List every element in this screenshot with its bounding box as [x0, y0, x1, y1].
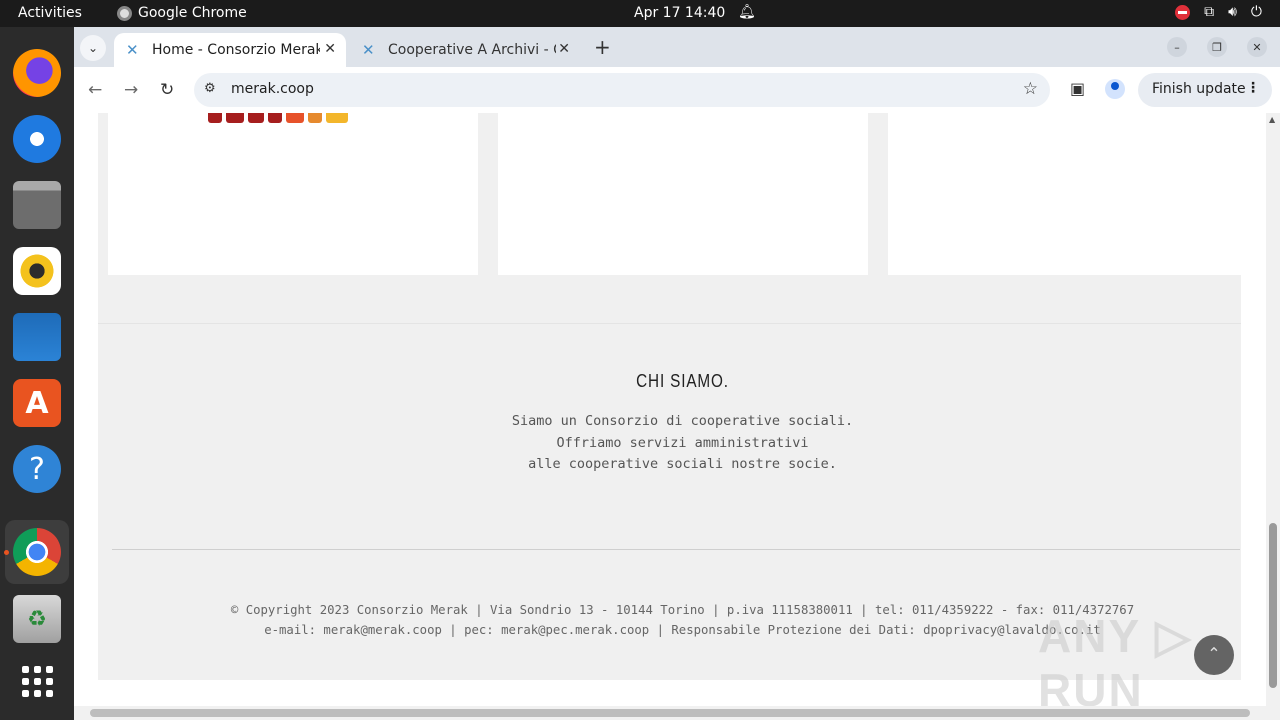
side-panel-icon[interactable]: ▣	[1070, 79, 1085, 98]
horizontal-scrollbar[interactable]	[74, 706, 1280, 720]
rhythmbox-icon[interactable]	[13, 247, 61, 295]
tab-close-icon[interactable]: ✕	[324, 41, 336, 57]
browser-toolbar: ← → ↻ ⚙ merak.coop ☆ ▣ Finish update ⋮	[74, 67, 1280, 113]
merak-favicon-icon: ✕	[362, 41, 375, 59]
url-text[interactable]: merak.coop	[231, 81, 314, 97]
close-window-button[interactable]: ✕	[1247, 37, 1267, 57]
network-icon: ⧉	[1204, 4, 1215, 20]
activities-button[interactable]: Activities	[18, 5, 82, 21]
reload-icon[interactable]: ↻	[160, 80, 174, 100]
update-label: Finish update	[1152, 81, 1246, 97]
about-text: Siamo un Consorzio di cooperative social…	[74, 411, 1266, 476]
minimize-button[interactable]: –	[1167, 37, 1187, 57]
thunderbird-icon[interactable]	[13, 115, 61, 163]
profile-avatar-icon[interactable]	[1105, 79, 1125, 99]
dock: A ? ♻	[0, 27, 74, 720]
partner-logo	[208, 113, 380, 123]
tab-home-consorzio-merak[interactable]: ✕ Home - Consorzio Merak ✕	[114, 33, 346, 67]
scroll-up-icon[interactable]: ▲	[1269, 115, 1275, 124]
scrollbar-thumb[interactable]	[1269, 523, 1277, 688]
maximize-button[interactable]: ❐	[1207, 37, 1227, 57]
notification-bell-icon: 🔔︎	[738, 4, 756, 20]
about-line: Siamo un Consorzio di cooperative social…	[511, 413, 854, 429]
running-indicator	[4, 550, 9, 555]
app-menu[interactable]: Google Chrome	[117, 5, 247, 21]
browser-window: ⌄ ✕ Home - Consorzio Merak ✕ ✕ Cooperati…	[74, 27, 1280, 720]
address-bar[interactable]: ⚙ merak.coop ☆	[194, 73, 1050, 107]
system-tray[interactable]: ⧉ 🔊︎ ⏻	[1175, 4, 1262, 20]
section-divider	[98, 323, 1241, 324]
clock[interactable]: Apr 17 14:40	[634, 5, 725, 21]
tab-search-button[interactable]: ⌄	[80, 35, 106, 61]
app-name: Google Chrome	[138, 5, 247, 21]
chrome-app-icon	[117, 5, 132, 21]
tab-title: Home - Consorzio Merak	[152, 42, 320, 58]
system-top-bar: Activities Google Chrome Apr 17 14:40 🔔︎…	[0, 0, 1280, 27]
new-tab-button[interactable]: +	[594, 35, 611, 59]
chrome-dock-item[interactable]	[5, 520, 69, 584]
show-apps-icon[interactable]	[13, 657, 61, 705]
site-info-icon[interactable]: ⚙	[204, 81, 216, 96]
forward-arrow-icon[interactable]: →	[124, 80, 138, 100]
scrollbar-thumb[interactable]	[90, 709, 1250, 717]
back-arrow-icon[interactable]: ←	[88, 80, 102, 100]
tab-strip: ⌄ ✕ Home - Consorzio Merak ✕ ✕ Cooperati…	[74, 27, 1280, 67]
files-icon[interactable]	[13, 181, 61, 229]
do-not-disturb-icon	[1175, 4, 1191, 20]
firefox-icon[interactable]	[13, 49, 61, 97]
footer-divider	[112, 549, 1240, 550]
merak-favicon-icon: ✕	[126, 41, 139, 59]
trash-icon[interactable]: ♻	[13, 595, 61, 643]
chrome-icon	[13, 528, 61, 576]
bookmark-star-icon[interactable]: ☆	[1023, 79, 1038, 99]
finish-update-button[interactable]: Finish update ⋮	[1138, 73, 1272, 107]
power-icon: ⏻	[1250, 4, 1262, 20]
tab-title: Cooperative A Archivi - C	[388, 42, 556, 58]
help-icon[interactable]: ?	[13, 445, 61, 493]
kebab-menu-icon: ⋮	[1246, 80, 1260, 96]
project-card[interactable]	[888, 113, 1258, 275]
page-viewport: CHI SIAMO. Siamo un Consorzio di coopera…	[74, 113, 1266, 706]
back-to-top-button[interactable]: ⌃	[1194, 635, 1234, 675]
tab-cooperative-archivi[interactable]: ✕ Cooperative A Archivi - C ✕	[350, 33, 580, 67]
project-card[interactable]	[108, 113, 478, 275]
writer-icon[interactable]	[13, 313, 61, 361]
project-card[interactable]	[498, 113, 868, 275]
about-heading: CHI SIAMO.	[636, 371, 729, 391]
tab-close-icon[interactable]: ✕	[558, 41, 570, 57]
volume-icon: 🔊︎	[1228, 4, 1237, 20]
about-line: Offriamo servizi amministrativi	[556, 434, 809, 451]
vertical-scrollbar[interactable]: ▲	[1266, 113, 1280, 706]
app-center-icon[interactable]: A	[13, 379, 61, 427]
about-line: alle cooperative sociali nostre socie.	[528, 456, 837, 472]
